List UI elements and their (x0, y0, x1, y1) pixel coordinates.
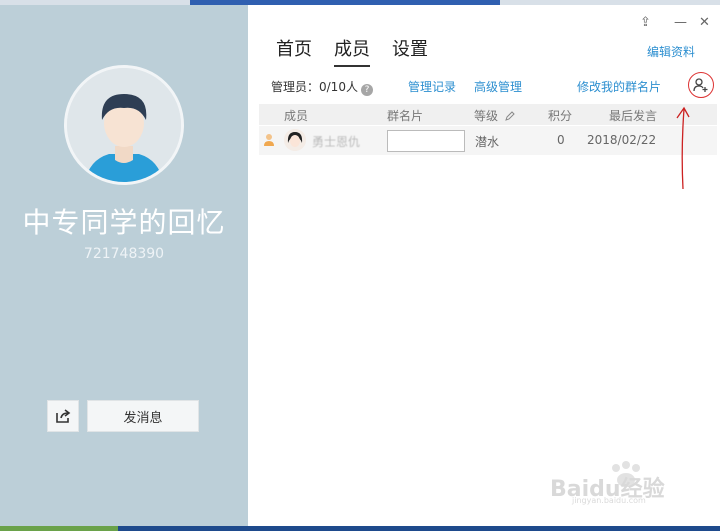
member-last-speak: 2018/02/22 (587, 133, 657, 147)
group-avatar (64, 65, 184, 185)
col-points[interactable]: 积分 (548, 107, 572, 124)
member-name[interactable]: 勇士恩仇 (312, 133, 360, 150)
group-number: 721748390 (83, 246, 165, 262)
share-icon (56, 409, 71, 423)
members-table: 成员 群名片 等级 积分 最后发言 勇士恩仇 潜水 0 2018/02/22 (259, 104, 717, 155)
admin-count: 管理员：0/10人? (271, 78, 373, 96)
minimize-button[interactable]: — (674, 15, 687, 30)
col-level-label: 等级 (474, 109, 499, 123)
col-member[interactable]: 成员 (284, 107, 308, 124)
advanced-manage-link[interactable]: 高级管理 (474, 78, 522, 95)
group-profile-panel: 中专同学的回忆 721748390 发消息 (0, 5, 248, 526)
taskbar-bottom-strip (0, 526, 720, 531)
member-points: 0 (557, 133, 565, 147)
member-level: 潜水 (475, 135, 500, 149)
col-last-speak[interactable]: 最后发言 (609, 107, 657, 124)
manage-log-link[interactable]: 管理记录 (408, 78, 456, 95)
group-owner-icon (264, 134, 274, 146)
tab-home[interactable]: 首页 (276, 35, 312, 67)
edit-pencil-icon[interactable] (504, 110, 516, 122)
edit-profile-link[interactable]: 编辑资料 (647, 43, 695, 60)
col-group-card[interactable]: 群名片 (387, 107, 423, 124)
tab-members[interactable]: 成员 (334, 35, 370, 67)
table-header: 成员 群名片 等级 积分 最后发言 (259, 104, 717, 125)
add-member-icon (693, 78, 708, 92)
send-message-button[interactable]: 发消息 (87, 400, 199, 432)
share-button[interactable] (47, 400, 79, 432)
add-member-button[interactable] (688, 72, 714, 98)
tab-bar: 首页 成员 设置 (276, 35, 428, 67)
members-panel: ⇪ — ✕ 首页 成员 设置 编辑资料 管理员：0/10人? 管理记录 高级管理… (248, 5, 720, 526)
admin-count-label: 管理员：0/10人 (271, 80, 358, 94)
group-name: 中专同学的回忆 (22, 206, 226, 239)
help-icon[interactable]: ? (360, 84, 373, 96)
members-toolbar: 管理员：0/10人? 管理记录 高级管理 修改我的群名片 (271, 72, 714, 98)
edit-my-card-link[interactable]: 修改我的群名片 (577, 78, 661, 95)
close-button[interactable]: ✕ (699, 15, 710, 30)
watermark-url: jingyan.baidu.com (572, 496, 646, 505)
annotation-arrow (676, 106, 690, 190)
table-row[interactable]: 勇士恩仇 潜水 0 2018/02/22 (259, 126, 717, 155)
group-card-input[interactable] (387, 130, 465, 152)
col-level[interactable]: 等级 (474, 107, 516, 124)
tab-settings[interactable]: 设置 (392, 35, 428, 67)
baidu-watermark: Baidu经验 jingyan.baidu.com (550, 458, 690, 505)
pin-icon[interactable]: ⇪ (640, 15, 651, 30)
member-avatar (284, 129, 306, 151)
